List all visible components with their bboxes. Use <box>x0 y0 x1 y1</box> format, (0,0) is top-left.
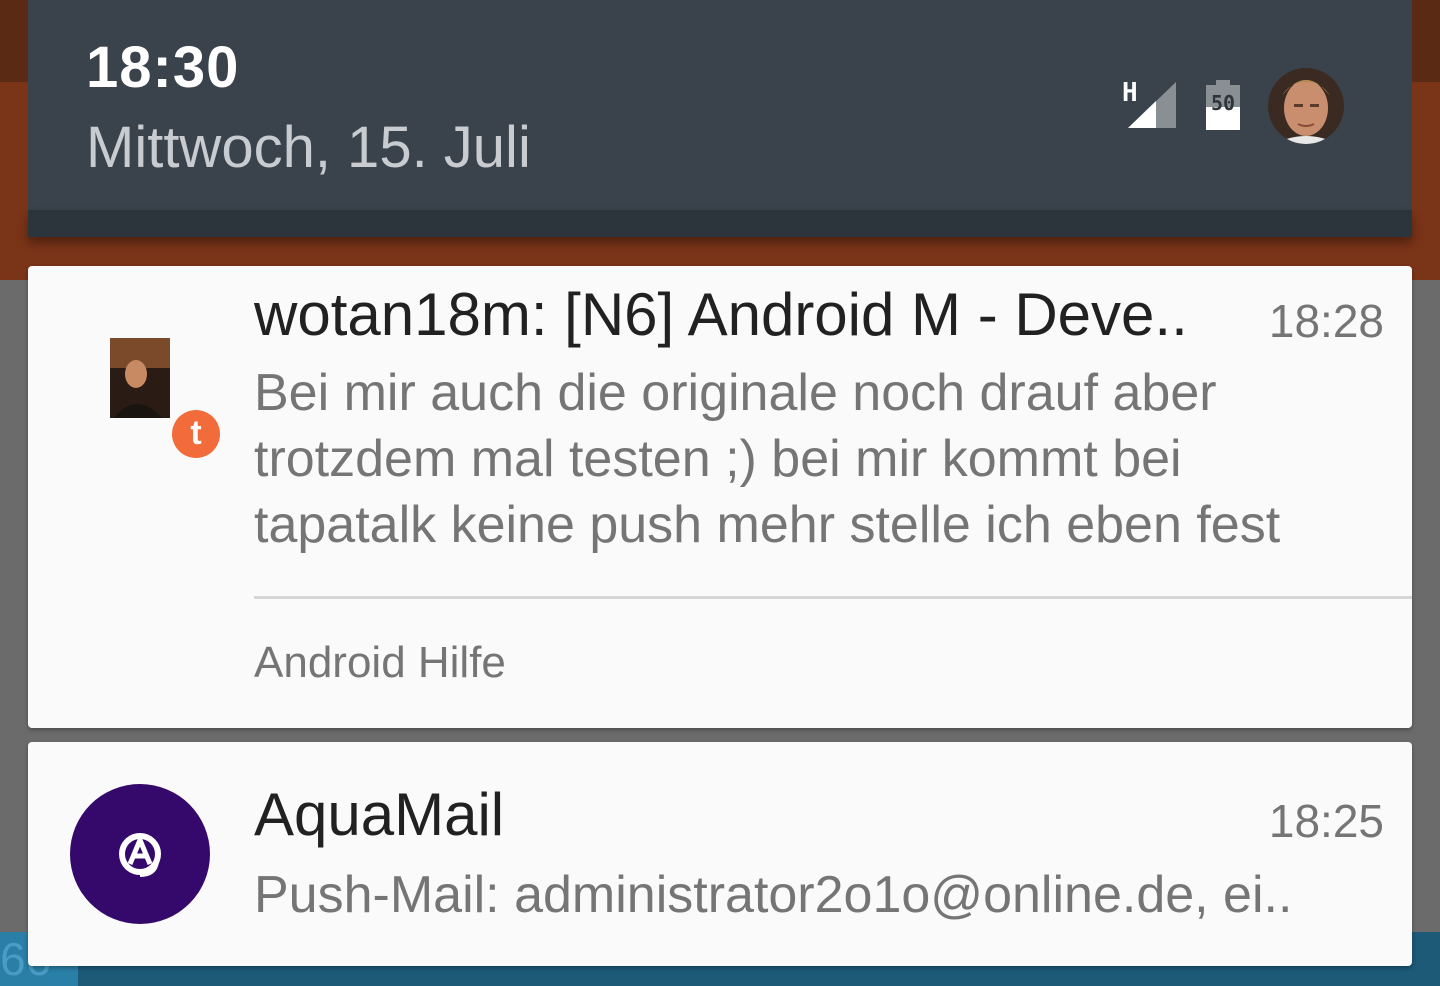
notification-text-line-3: tapatalk keine push mehr stelle ich eben… <box>254 496 1281 554</box>
notification-text: Push-Mail: administrator2o1o@online.de, … <box>254 866 1293 924</box>
notification-card-aquamail[interactable]: AquaMail 18:25 Push-Mail: administrator2… <box>28 742 1412 966</box>
user-avatar[interactable] <box>1268 68 1344 144</box>
notification-text-line-1: Bei mir auch die originale noch drauf ab… <box>254 364 1217 422</box>
notification-shade-header[interactable]: 18:30 Mittwoch, 15. Juli H 50 <box>28 0 1412 210</box>
clock[interactable]: 18:30 <box>86 34 239 101</box>
notification-subtext: Android Hilfe <box>254 638 506 687</box>
status-icons: H 50 <box>1122 66 1344 146</box>
tapatalk-badge-icon: t <box>168 406 224 462</box>
mobile-signal-icon: H <box>1122 78 1178 132</box>
notification-time: 18:28 <box>1268 295 1384 347</box>
notification-title: AquaMail <box>254 781 505 848</box>
header-bottom-band <box>28 210 1412 237</box>
sender-avatar-image <box>110 338 170 418</box>
battery-level-label: 50 <box>1210 91 1236 115</box>
notification-card-tapatalk[interactable]: t wotan18m: [N6] Android M - Deve.. 18:2… <box>28 266 1412 728</box>
notification-divider <box>254 596 1412 599</box>
notification-time: 18:25 <box>1268 795 1384 847</box>
aquamail-app-icon <box>70 784 210 924</box>
battery-icon: 50 <box>1206 80 1240 132</box>
tapatalk-badge-letter: t <box>172 410 220 458</box>
notification-title: wotan18m: [N6] Android M - Deve.. <box>254 281 1188 348</box>
notification-text-line-2: trotzdem mal testen ;) bei mir kommt bei <box>254 430 1182 488</box>
date[interactable]: Mittwoch, 15. Juli <box>86 114 531 181</box>
